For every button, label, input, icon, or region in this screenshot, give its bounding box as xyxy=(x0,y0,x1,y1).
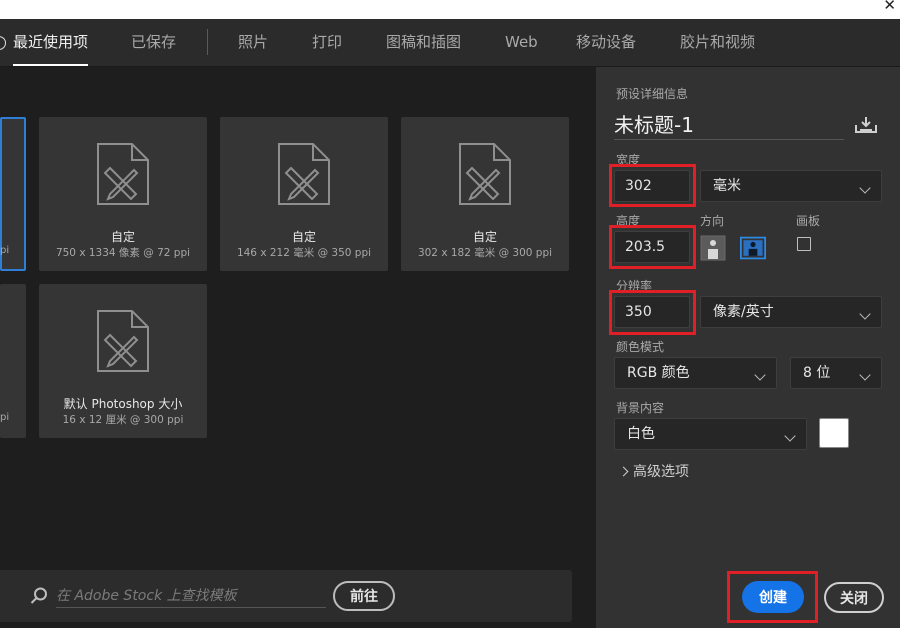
color-mode-label: 颜色模式 xyxy=(616,340,665,354)
background-dropdown[interactable]: 白色 xyxy=(614,418,807,450)
save-preset-icon[interactable] xyxy=(854,115,878,135)
width-label: 宽度 xyxy=(616,153,641,167)
advanced-options-toggle[interactable]: 高级选项 xyxy=(618,461,689,481)
tab-art-illustration[interactable]: 图稿和插图 xyxy=(386,19,461,66)
preset-dimensions: 16 x 12 厘米 @ 300 ppi xyxy=(62,414,184,426)
background-value: 白色 xyxy=(627,426,655,442)
resolution-label: 分辨率 xyxy=(616,279,653,293)
background-label: 背景内容 xyxy=(616,401,665,415)
document-ruler-pencil-icon xyxy=(459,143,511,205)
background-color-swatch[interactable] xyxy=(819,418,849,448)
portrait-orientation-icon[interactable] xyxy=(700,235,726,261)
preset-title: 默认 Photoshop 大小 xyxy=(63,397,183,411)
tab-separator xyxy=(207,29,208,55)
window-close-icon[interactable]: ✕ xyxy=(883,0,896,15)
preset-title: 自定 xyxy=(472,230,497,244)
tab-web[interactable]: Web xyxy=(505,19,538,66)
preset-card[interactable]: 默认 Photoshop 大小 16 x 12 厘米 @ 300 ppi xyxy=(39,284,207,438)
preset-card[interactable]: 自定 750 x 1334 像素 @ 72 ppi xyxy=(39,117,207,271)
width-unit-dropdown[interactable]: 毫米 xyxy=(700,170,882,202)
bit-depth-dropdown[interactable]: 8 位 xyxy=(790,357,882,389)
tab-mobile[interactable]: 移动设备 xyxy=(576,19,636,66)
width-field[interactable]: 302 xyxy=(614,170,690,202)
resolution-unit-value: 像素/英寸 xyxy=(713,304,774,320)
category-tabbar: 最近使用项 已保存 照片 打印 图稿和插图 Web 移动设备 胶片和视频 xyxy=(0,19,900,67)
resolution-field[interactable]: 350 xyxy=(614,296,690,328)
chevron-down-icon xyxy=(859,308,871,320)
stock-search-input[interactable] xyxy=(56,584,326,608)
chevron-down-icon xyxy=(859,182,871,194)
orientation-label: 方向 xyxy=(700,214,725,228)
chevron-down-icon xyxy=(859,369,871,381)
resolution-unit-dropdown[interactable]: 像素/英寸 xyxy=(700,296,882,328)
preset-card-partial[interactable]: pi xyxy=(0,284,26,438)
create-button[interactable]: 创建 xyxy=(742,581,804,613)
document-ruler-pencil-icon xyxy=(97,143,149,205)
color-mode-value: RGB 颜色 xyxy=(627,365,690,381)
tab-recent[interactable]: 最近使用项 xyxy=(3,19,89,66)
height-label: 高度 xyxy=(616,214,641,228)
preset-title: 自定 xyxy=(291,230,316,244)
document-ruler-pencil-icon xyxy=(97,310,149,372)
width-unit-value: 毫米 xyxy=(713,178,741,194)
advanced-options-label: 高级选项 xyxy=(633,464,689,480)
search-go-button[interactable]: 前往 xyxy=(333,581,395,611)
close-button[interactable]: 关闭 xyxy=(824,582,884,613)
window-titlebar: ✕ xyxy=(0,0,900,19)
preset-card-partial-text: pi xyxy=(0,245,10,256)
chevron-down-icon xyxy=(784,430,796,442)
preset-details-panel: 预设详细信息 未标题-1 宽度 302 毫米 高度 方向 画板 203.5 分辨… xyxy=(596,67,900,628)
preset-gallery: pi 自定 750 x 1334 像素 @ 72 ppi 自定 146 x 21… xyxy=(0,67,596,628)
chevron-right-icon xyxy=(618,466,629,477)
document-ruler-pencil-icon xyxy=(278,143,330,205)
preset-card[interactable]: 自定 146 x 212 毫米 @ 350 ppi xyxy=(220,117,388,271)
artboard-checkbox[interactable] xyxy=(797,237,811,251)
stock-search-bar: 前往 xyxy=(0,570,572,622)
preset-card[interactable]: 自定 302 x 182 毫米 @ 300 ppi xyxy=(401,117,569,271)
tab-print[interactable]: 打印 xyxy=(312,19,342,66)
preset-card-partial-text: pi xyxy=(0,412,10,423)
color-mode-dropdown[interactable]: RGB 颜色 xyxy=(614,357,777,389)
tab-photo[interactable]: 照片 xyxy=(238,19,268,66)
height-field[interactable]: 203.5 xyxy=(614,231,690,263)
tab-film-video[interactable]: 胶片和视频 xyxy=(680,19,755,66)
chevron-down-icon xyxy=(754,369,766,381)
preset-dimensions: 146 x 212 毫米 @ 350 ppi xyxy=(236,247,372,259)
preset-title: 自定 xyxy=(110,230,135,244)
preset-dimensions: 750 x 1334 像素 @ 72 ppi xyxy=(55,247,191,259)
bit-depth-value: 8 位 xyxy=(803,365,831,381)
preset-details-header: 预设详细信息 xyxy=(616,87,689,101)
document-name-field[interactable]: 未标题-1 xyxy=(614,110,844,140)
search-icon xyxy=(30,587,47,604)
artboard-label: 画板 xyxy=(796,214,821,228)
tab-saved[interactable]: 已保存 xyxy=(131,19,176,66)
preset-dimensions: 302 x 182 毫米 @ 300 ppi xyxy=(417,247,553,259)
preset-card-partial[interactable]: pi xyxy=(0,117,26,271)
landscape-orientation-icon[interactable] xyxy=(740,235,766,261)
